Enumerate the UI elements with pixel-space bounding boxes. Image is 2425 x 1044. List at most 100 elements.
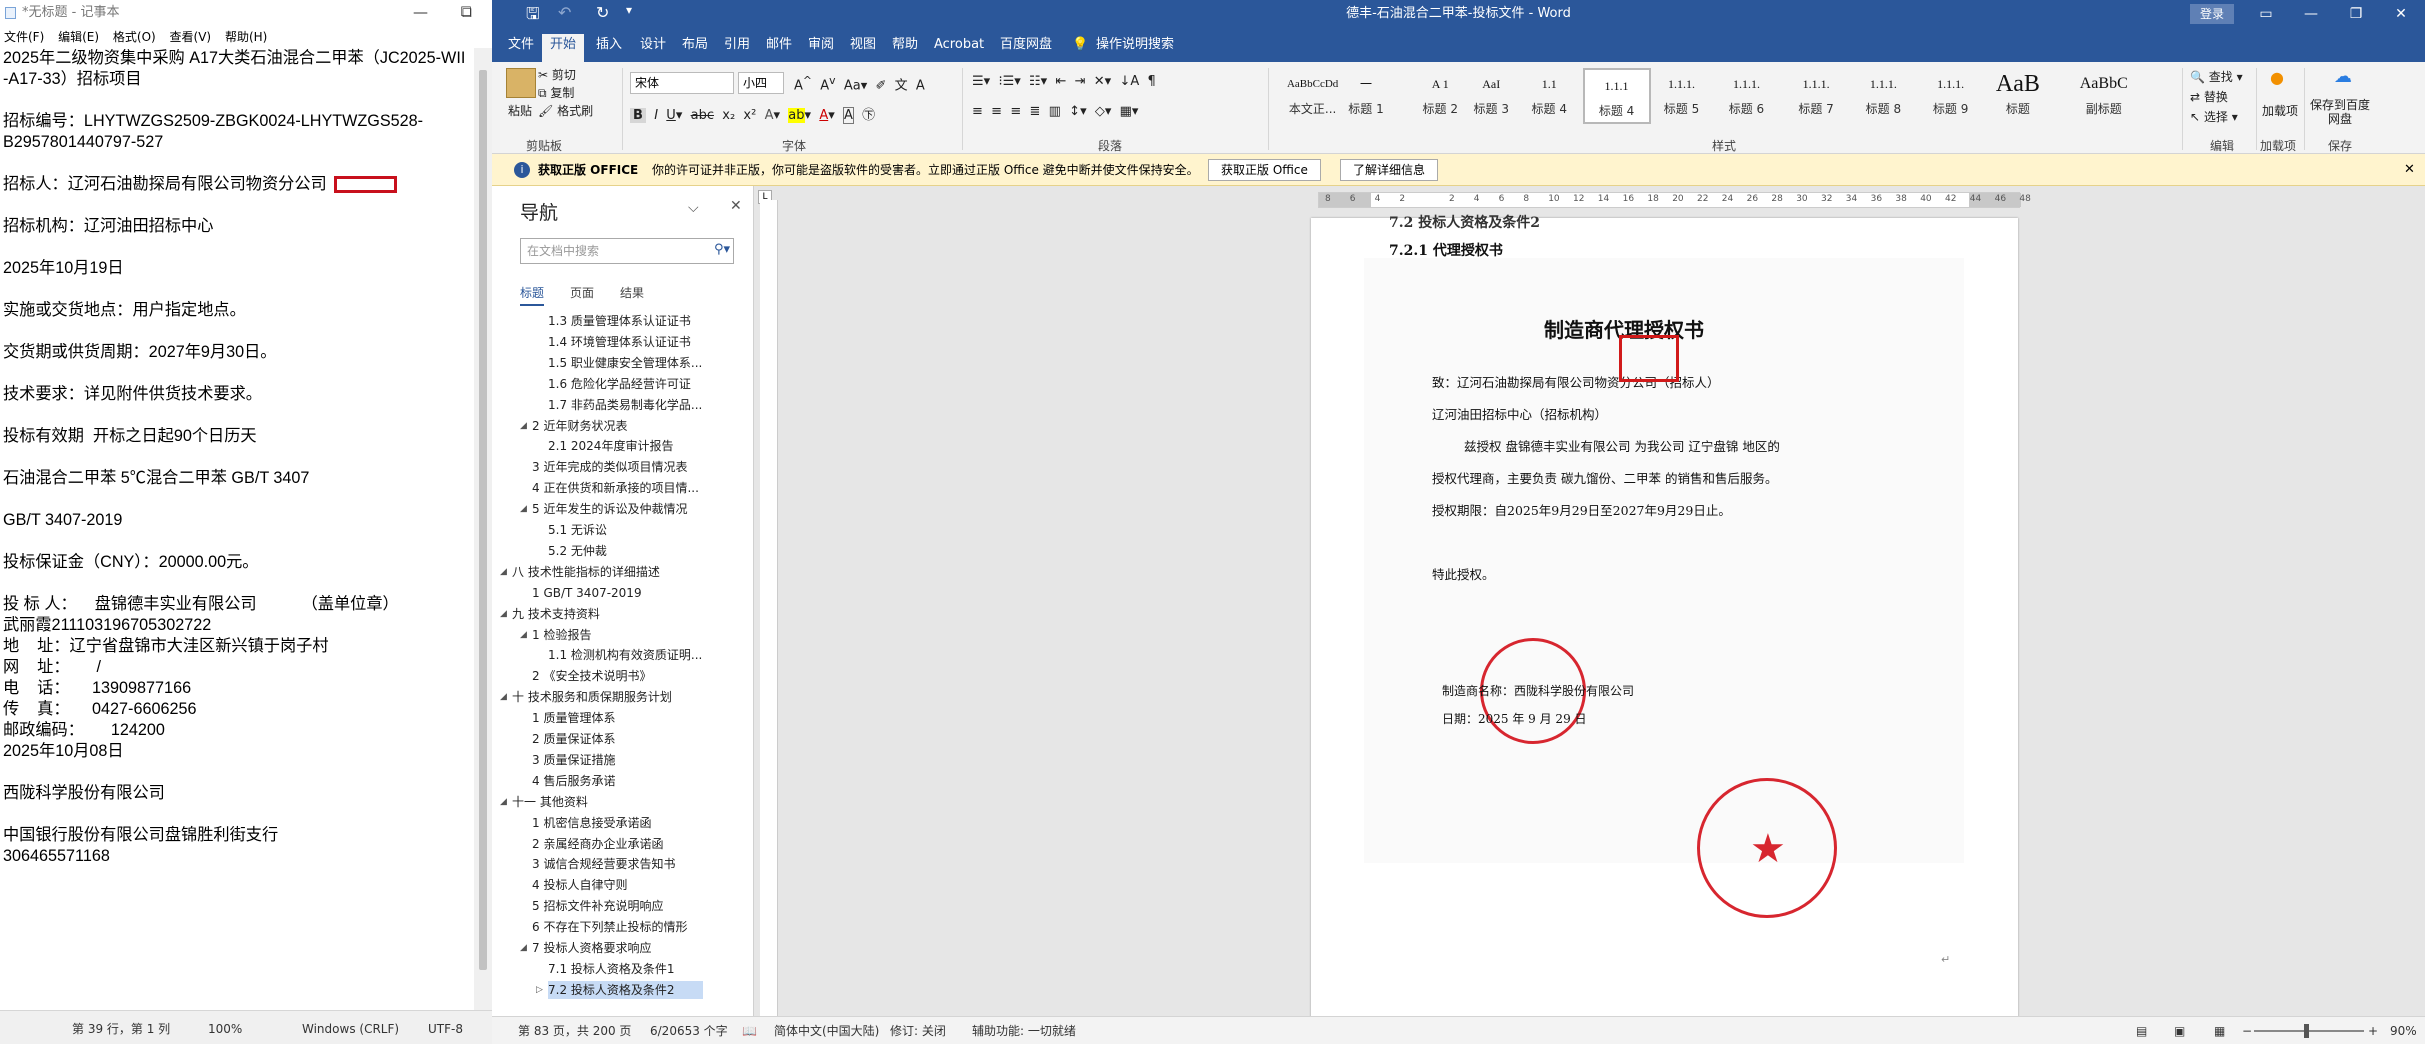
accessibility-status[interactable]: 辅助功能: 一切就绪	[972, 1017, 1076, 1044]
menu-file[interactable]: 文件(F)	[4, 30, 44, 44]
notepad-maximize-button[interactable]: ☐	[443, 0, 489, 26]
tab-references[interactable]: 引用	[716, 34, 758, 62]
style-option[interactable]: 1.1.1. 标题 6	[1712, 68, 1780, 124]
close-icon[interactable]: ✕	[730, 198, 742, 214]
nav-tab-headings[interactable]: 标题	[520, 284, 544, 301]
language[interactable]: 简体中文(中国大陆)	[774, 1017, 879, 1044]
tab-insert[interactable]: 插入	[588, 34, 630, 62]
expand-icon[interactable]: ▷	[536, 981, 543, 999]
replace-button[interactable]: ⇄ 替换	[2190, 88, 2228, 105]
tab-layout[interactable]: 布局	[674, 34, 716, 62]
find-button[interactable]: 🔍 查找 ▾	[2190, 68, 2243, 85]
nav-heading-item[interactable]: 2 亲属经商办企业承诺函	[532, 835, 663, 853]
proofing-icon[interactable]: 📖	[742, 1017, 757, 1044]
learn-more-button[interactable]: 了解详细信息	[1340, 159, 1439, 181]
save-icon[interactable]: 🖫	[526, 3, 540, 30]
nav-heading-item[interactable]: 5 招标文件补充说明响应	[532, 897, 663, 915]
word-restore-button[interactable]: ❐	[2334, 0, 2378, 28]
nav-heading-item[interactable]: 1.4 环境管理体系认证证书	[548, 333, 691, 351]
nav-tab-pages[interactable]: 页面	[570, 284, 594, 301]
nav-heading-item[interactable]: 3 近年完成的类似项目情况表	[532, 458, 687, 476]
style-option[interactable]: 1.1.1. 标题 9	[1917, 68, 1985, 124]
font-name-select[interactable]: 宋体	[630, 72, 734, 94]
style-option[interactable]: 1.1.1. 标题 8	[1849, 68, 1917, 124]
addin-button[interactable]: 加载项	[2262, 102, 2298, 119]
format-painter-button[interactable]: 🖌 格式刷	[538, 102, 593, 119]
style-option[interactable]: AaBbC 副标题	[2070, 68, 2138, 124]
login-button[interactable]: 登录	[2190, 4, 2234, 24]
font-size-select[interactable]: 小四	[738, 72, 784, 94]
style-option[interactable]: 一标题 1	[1332, 68, 1400, 124]
tab-baidu[interactable]: 百度网盘	[992, 34, 1060, 62]
nav-heading-item[interactable]: 3 质量保证措施	[532, 751, 615, 769]
nav-heading-item[interactable]: 1.7 非药品类易制毒化学品...	[548, 396, 702, 414]
scroll-thumb[interactable]	[479, 70, 487, 970]
baidu-cloud-icon[interactable]: ☁	[2334, 66, 2352, 87]
cut-button[interactable]: ✂ 剪切	[538, 66, 576, 83]
tab-acrobat[interactable]: Acrobat	[926, 34, 992, 62]
word-close-button[interactable]: ✕	[2379, 0, 2423, 28]
nav-search-input[interactable]: 在文档中搜索	[520, 238, 734, 264]
save-baidu-button[interactable]: 保存到百度网盘	[2310, 98, 2370, 126]
paste-button[interactable]: 粘贴	[508, 102, 532, 119]
tab-mailings[interactable]: 邮件	[758, 34, 800, 62]
nav-heading-item[interactable]: 1 机密信息接受承诺函	[532, 814, 651, 832]
nav-heading-item[interactable]: ◢ 八 技术性能指标的详细描述	[500, 563, 660, 581]
collapse-icon[interactable]: ◢	[500, 688, 507, 706]
nav-heading-item[interactable]: 6 不存在下列禁止投标的情形	[532, 918, 687, 936]
get-office-button[interactable]: 获取正版 Office	[1208, 159, 1321, 181]
collapse-icon[interactable]: ◢	[500, 563, 507, 581]
nav-heading-item[interactable]: 5.2 无仲裁	[548, 542, 607, 560]
zoom-out-icon[interactable]: −	[2242, 1017, 2252, 1044]
nav-heading-item[interactable]: 1.5 职业健康安全管理体系...	[548, 354, 702, 372]
nav-heading-item[interactable]: 4 正在供货和新承接的项目情...	[532, 479, 699, 497]
print-layout-icon[interactable]: ▣	[2174, 1017, 2185, 1044]
copy-button[interactable]: ⧉ 复制	[538, 84, 574, 101]
ribbon-options-icon[interactable]: ▭	[2244, 0, 2288, 28]
nav-heading-item[interactable]: 1.6 危险化学品经营许可证	[548, 375, 691, 393]
style-option[interactable]: 1.1.1. 标题 5	[1648, 68, 1716, 124]
tab-design[interactable]: 设计	[632, 34, 674, 62]
menu-format[interactable]: 格式(O)	[113, 30, 156, 44]
nav-heading-item[interactable]: 1 质量管理体系	[532, 709, 615, 727]
select-button[interactable]: ↖ 选择 ▾	[2190, 108, 2238, 125]
style-option[interactable]: 1.1.1 标题 4	[1582, 68, 1651, 124]
nav-heading-item[interactable]: 1.3 质量管理体系认证证书	[548, 312, 691, 330]
tab-view[interactable]: 视图	[842, 34, 884, 62]
menu-help[interactable]: 帮助(H)	[225, 30, 267, 44]
page-counter[interactable]: 第 83 页，共 200 页	[518, 1017, 631, 1044]
paste-icon[interactable]	[506, 68, 536, 98]
nav-heading-item[interactable]: 5.1 无诉讼	[548, 521, 607, 539]
style-option[interactable]: 1.1.1. 标题 7	[1782, 68, 1850, 124]
style-option[interactable]: AaB 标题	[1984, 68, 2052, 124]
web-layout-icon[interactable]: ▦	[2214, 1017, 2225, 1044]
menu-edit[interactable]: 编辑(E)	[58, 30, 99, 44]
word-counter[interactable]: 6/20653 个字	[650, 1017, 728, 1044]
nav-heading-item[interactable]: ◢ 十一 其他资料	[500, 793, 588, 811]
nav-tab-results[interactable]: 结果	[620, 284, 644, 301]
tell-me-search[interactable]: 操作说明搜索	[1088, 34, 1182, 62]
nav-heading-item[interactable]: ▷ 7.2 投标人资格及条件2	[536, 980, 703, 999]
addin-icon[interactable]: ●	[2270, 68, 2284, 87]
nav-heading-item[interactable]: 4 售后服务承诺	[532, 772, 615, 790]
search-icon[interactable]: ⚲▾	[714, 242, 730, 257]
read-mode-icon[interactable]: ▤	[2136, 1017, 2147, 1044]
zoom-percent[interactable]: 90%	[2390, 1017, 2417, 1044]
close-icon[interactable]: ✕	[2404, 154, 2415, 186]
document-page[interactable]: 7.2 投标人资格及条件2 7.2.1 代理授权书 制造商代理授权书 致：辽河石…	[1311, 215, 2018, 1018]
nav-heading-item[interactable]: 2 质量保证体系	[532, 730, 615, 748]
nav-heading-item[interactable]: ◢ 十 技术服务和质保期服务计划	[500, 688, 672, 706]
collapse-icon[interactable]: ◢	[520, 417, 527, 435]
zoom-slider-thumb[interactable]	[2304, 1024, 2309, 1038]
zoom-slider[interactable]	[2254, 1030, 2364, 1032]
collapse-icon[interactable]: ◢	[520, 626, 527, 644]
nav-heading-item[interactable]: 1.1 检测机构有效资质证明...	[548, 646, 702, 664]
style-option[interactable]: 1.1 标题 4	[1515, 68, 1583, 124]
undo-icon[interactable]: ↶	[558, 3, 571, 22]
collapse-icon[interactable]: ◢	[520, 500, 527, 518]
nav-heading-item[interactable]: ◢ 5 近年发生的诉讼及仲裁情况	[520, 500, 687, 518]
chevron-down-icon[interactable]: ⌵	[688, 200, 699, 216]
redo-icon[interactable]: ↻	[596, 3, 609, 22]
nav-heading-item[interactable]: 2 《安全技术说明书》	[532, 667, 651, 685]
tab-home[interactable]: 开始	[542, 34, 585, 62]
